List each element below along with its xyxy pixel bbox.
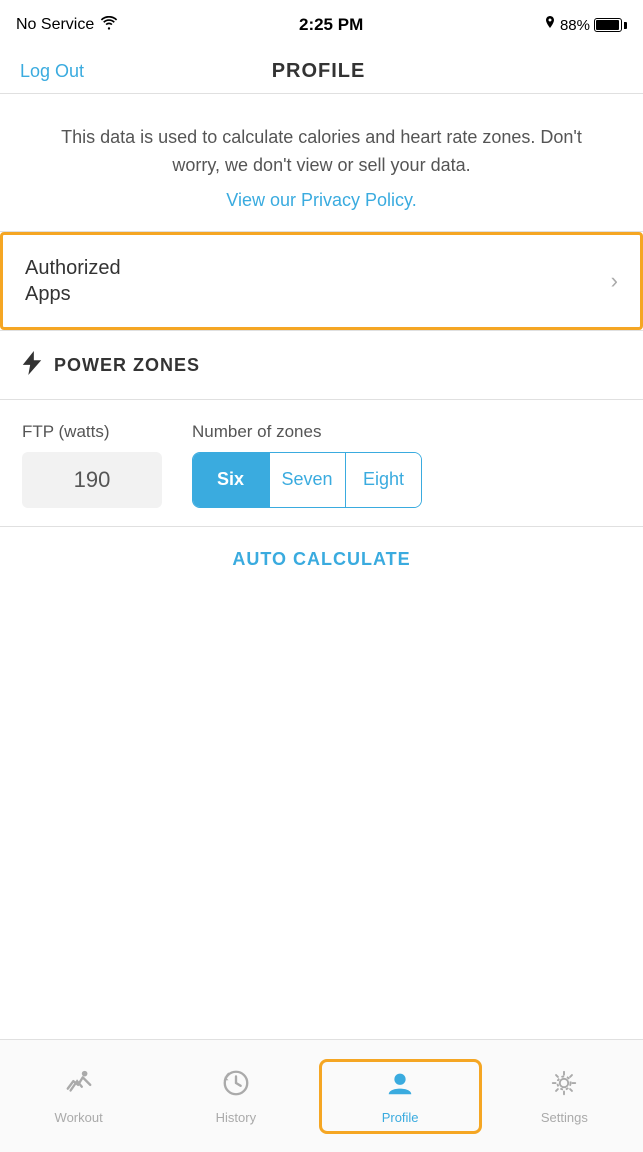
zone-eight-button[interactable]: Eight [346,453,421,507]
wifi-icon [100,16,118,34]
page-title: PROFILE [272,60,366,83]
privacy-policy-link[interactable]: View our Privacy Policy. [226,190,416,210]
tab-settings[interactable]: Settings [486,1058,643,1135]
tab-history-label: History [216,1110,256,1125]
status-bar: No Service 2:25 PM 88% [0,0,643,50]
logout-button[interactable]: Log Out [20,61,84,82]
workout-icon [64,1068,94,1105]
auto-calculate-button[interactable]: AUTO CALCULATE [232,549,410,570]
tab-history[interactable]: History [157,1058,314,1135]
authorized-apps-section: Authorized Apps › [0,232,643,330]
battery-percent: 88% [560,17,590,34]
battery-status: 88% [544,16,627,34]
tab-profile-label: Profile [382,1110,419,1125]
power-zones-title: POWER ZONES [54,355,200,376]
nav-bar: Log Out PROFILE [0,50,643,94]
privacy-text: This data is used to calculate calories … [40,124,603,180]
tab-bar: Workout History Profile [0,1039,643,1152]
settings-icon [549,1068,579,1105]
bolt-icon [22,351,42,381]
authorized-apps-row[interactable]: Authorized Apps › [3,235,640,327]
auto-calculate-section: AUTO CALCULATE [0,527,643,592]
tab-workout[interactable]: Workout [0,1058,157,1135]
tab-profile[interactable]: Profile [319,1059,482,1134]
carrier-text: No Service [16,16,94,34]
zone-seven-button[interactable]: Seven [270,453,345,507]
location-icon [544,16,556,34]
profile-icon [385,1068,415,1105]
ftp-group: FTP (watts) 190 [22,422,162,508]
ftp-section: FTP (watts) 190 Number of zones Six Seve… [0,400,643,526]
ftp-input[interactable]: 190 [22,452,162,508]
main-content: This data is used to calculate calories … [0,94,643,1039]
carrier-info: No Service [16,16,118,34]
zones-selector: Six Seven Eight [192,452,422,508]
status-time: 2:25 PM [299,15,363,35]
authorized-apps-label: Authorized Apps [25,255,121,307]
battery-icon [594,18,627,32]
tab-settings-label: Settings [541,1110,588,1125]
privacy-section: This data is used to calculate calories … [0,94,643,232]
zone-six-button[interactable]: Six [193,453,268,507]
history-icon [221,1068,251,1105]
zones-label: Number of zones [192,422,422,442]
ftp-label: FTP (watts) [22,422,162,442]
ftp-value: 190 [74,467,111,493]
power-zones-header: POWER ZONES [0,331,643,400]
zones-group: Number of zones Six Seven Eight [192,422,422,508]
tab-workout-label: Workout [55,1110,103,1125]
chevron-right-icon: › [611,268,618,294]
